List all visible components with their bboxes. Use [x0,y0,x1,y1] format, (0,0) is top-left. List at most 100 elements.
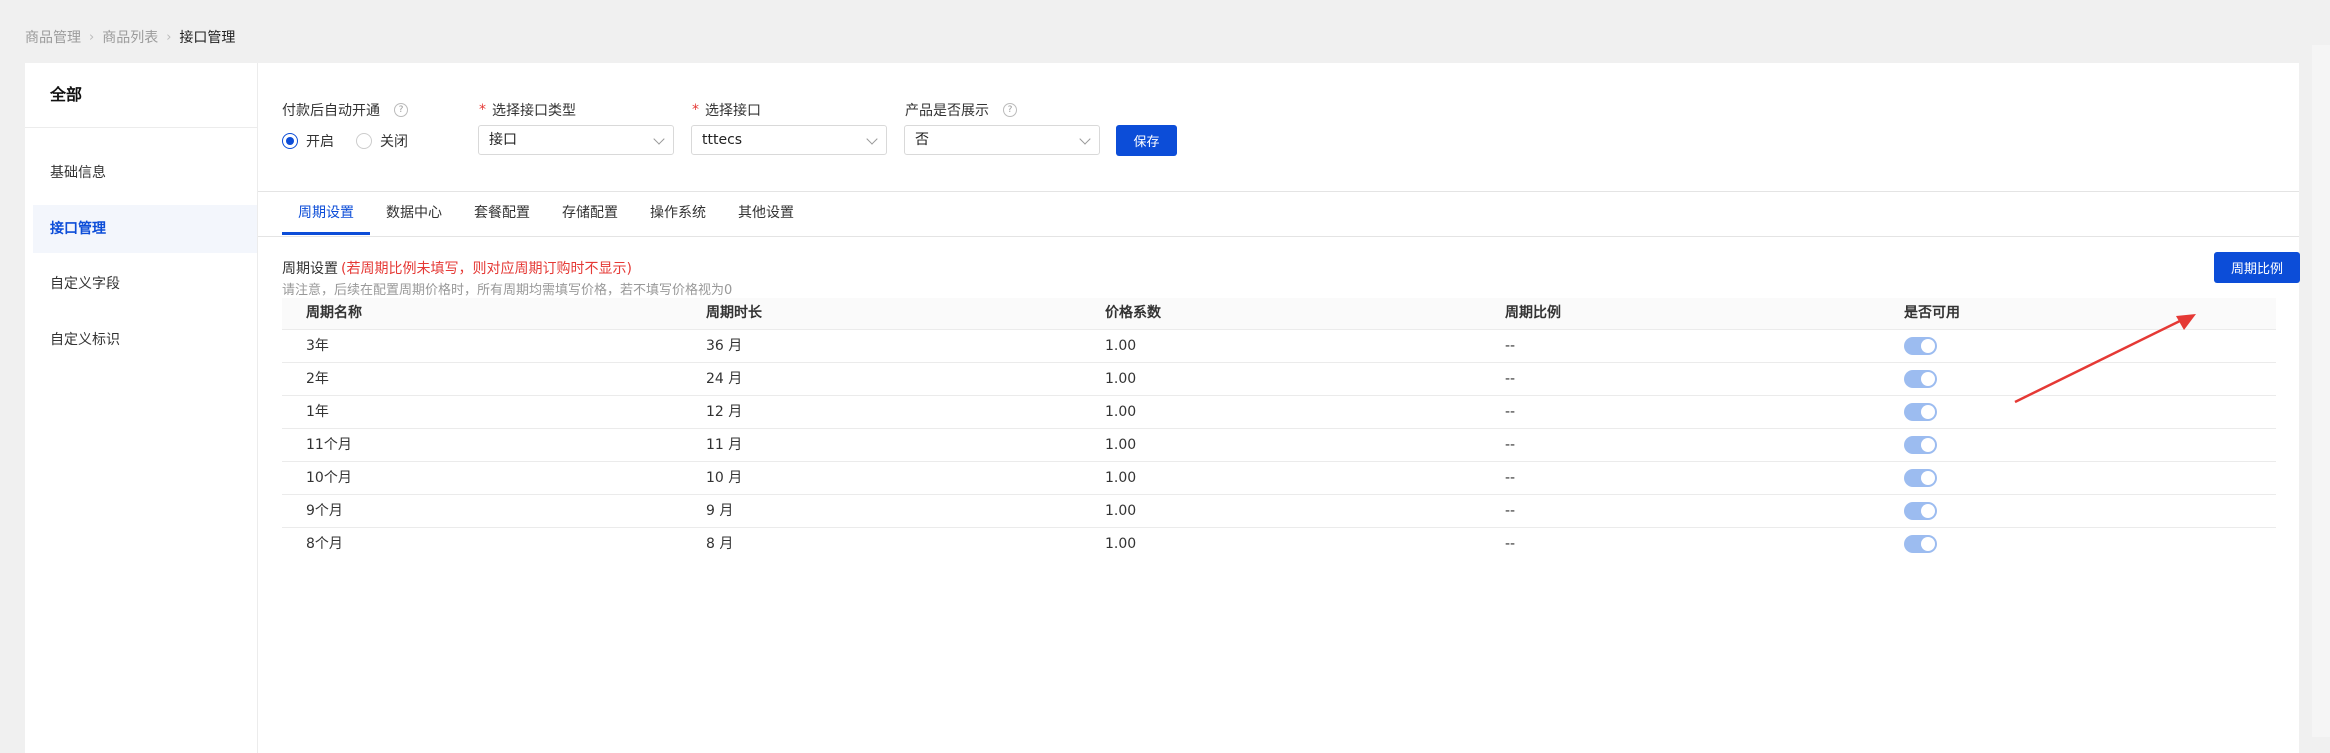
active-tab-indicator [282,232,370,235]
table-row: 3年 36 月 1.00 -- [282,329,2276,362]
column-header: 周期比例 [1505,305,1561,321]
display-select[interactable]: 否 [904,125,1100,155]
toggle-knob [1921,339,1935,353]
breadcrumb-current: 接口管理 [179,30,236,46]
interface-label: * 选择接口 [692,102,761,119]
period-name-cell: 2年 [306,371,329,387]
help-icon[interactable]: ? [394,103,408,117]
table-row: 9个月 9 月 1.00 -- [282,494,2276,527]
toggle-knob [1921,504,1935,518]
toggle-knob [1921,471,1935,485]
radio-disable[interactable]: 关闭 [356,131,408,151]
period-name-cell: 8个月 [306,536,343,552]
main-panel: 付款后自动开通 ? 开启 关闭 * 选择接口类型 接口 * 选择接口 tttec… [258,63,2300,753]
enabled-toggle[interactable] [1904,337,1937,355]
interface-type-select[interactable]: 接口 [478,125,674,155]
enabled-toggle[interactable] [1904,436,1937,454]
radio-enable[interactable]: 开启 [282,131,334,151]
sidebar-item-interface-management[interactable]: 接口管理 [33,205,257,253]
table-row: 2年 24 月 1.00 -- [282,362,2276,395]
enabled-toggle[interactable] [1904,502,1937,520]
chevron-down-icon [653,133,665,145]
price-coefficient-cell: 1.00 [1105,470,1137,486]
column-header: 价格系数 [1105,305,1161,321]
period-duration-cell: 11 月 [706,437,743,453]
enabled-toggle[interactable] [1904,403,1937,421]
save-button[interactable]: 保存 [1116,125,1177,156]
tab-period-settings[interactable]: 周期设置 [298,192,354,235]
breadcrumb: 商品管理 › 商品列表 › 接口管理 [25,27,235,47]
period-duration-cell: 36 月 [706,338,743,354]
period-name-cell: 1年 [306,404,329,420]
radio-checked-icon [282,133,298,149]
table-row: 8个月 8 月 1.00 -- [282,527,2276,560]
period-ratio-cell: -- [1505,437,1516,453]
price-coefficient-cell: 1.00 [1105,437,1137,453]
period-duration-cell: 24 月 [706,371,743,387]
tab-data-center[interactable]: 数据中心 [386,192,442,235]
auto-open-label: 付款后自动开通 ? [282,100,408,120]
display-label: 产品是否展示 ? [905,100,1017,120]
toggle-knob [1921,372,1935,386]
sidebar: 全部 基础信息 接口管理 自定义字段 自定义标识 [25,63,258,753]
price-coefficient-cell: 1.00 [1105,404,1137,420]
enabled-cell [1880,528,2276,560]
period-ratio-cell: -- [1505,404,1516,420]
breadcrumb-goods-list[interactable]: 商品列表 [102,27,158,47]
period-name-cell: 11个月 [306,437,352,453]
breadcrumb-goods-management[interactable]: 商品管理 [25,27,81,47]
toggle-knob [1921,405,1935,419]
column-header: 周期时长 [706,305,762,321]
period-name-cell: 10个月 [306,470,352,486]
tab-operating-system[interactable]: 操作系统 [650,192,706,235]
chevron-down-icon [866,133,878,145]
interface-form: 付款后自动开通 ? 开启 关闭 * 选择接口类型 接口 * 选择接口 tttec… [258,63,2299,192]
enabled-toggle[interactable] [1904,370,1937,388]
annotation-arrow [2014,314,2196,404]
tab-package-config[interactable]: 套餐配置 [474,192,530,235]
enabled-cell [1880,429,2276,461]
period-duration-cell: 9 月 [706,503,734,519]
sidebar-item-basic-info[interactable]: 基础信息 [33,149,257,197]
period-ratio-cell: -- [1505,470,1516,486]
enabled-cell [1880,495,2276,527]
table-header: 周期名称 周期时长 价格系数 周期比例 是否可用 [282,298,2276,329]
period-duration-cell: 10 月 [706,470,743,486]
period-ratio-cell: -- [1505,338,1516,354]
tab-storage-config[interactable]: 存储配置 [562,192,618,235]
price-coefficient-cell: 1.00 [1105,536,1137,552]
tab-bar: 周期设置 数据中心 套餐配置 存储配置 操作系统 其他设置 [258,192,2299,237]
period-ratio-button[interactable]: 周期比例 [2214,252,2300,283]
auto-open-radio-group: 开启 关闭 [282,131,408,151]
price-coefficient-cell: 1.00 [1105,338,1137,354]
sidebar-all-header[interactable]: 全部 [25,63,257,128]
period-section-note: 请注意，后续在配置周期价格时，所有周期均需填写价格，若不填写价格视为0 [282,283,733,298]
chevron-down-icon [1079,133,1091,145]
toggle-knob [1921,537,1935,551]
scrollbar[interactable] [2312,45,2330,737]
period-duration-cell: 8 月 [706,536,734,552]
enabled-toggle[interactable] [1904,469,1937,487]
interface-type-label: * 选择接口类型 [479,102,576,119]
sidebar-item-custom-tags[interactable]: 自定义标识 [33,316,257,364]
period-section-title: 周期设置 (若周期比例未填写，则对应周期订购时不显示) [282,261,632,277]
content-card: 全部 基础信息 接口管理 自定义字段 自定义标识 付款后自动开通 ? 开启 关闭 [25,63,2300,753]
radio-unchecked-icon [356,133,372,149]
toggle-knob [1921,438,1935,452]
breadcrumb-separator: › [166,29,172,45]
period-duration-cell: 12 月 [706,404,743,420]
period-ratio-cell: -- [1505,536,1516,552]
help-icon[interactable]: ? [1003,103,1017,117]
tab-other-settings[interactable]: 其他设置 [738,192,794,235]
enabled-cell [1880,462,2276,494]
table-row: 11个月 11 月 1.00 -- [282,428,2276,461]
price-coefficient-cell: 1.00 [1105,371,1137,387]
table-body: 3年 36 月 1.00 -- 2年 24 月 1.00 -- 1年 12 月 1.00 -- 11个月… [282,329,2276,560]
interface-select[interactable]: tttecs [691,125,887,155]
enabled-toggle[interactable] [1904,535,1937,553]
table-row: 1年 12 月 1.00 -- [282,395,2276,428]
period-name-cell: 9个月 [306,503,343,519]
breadcrumb-separator: › [89,29,95,45]
price-coefficient-cell: 1.00 [1105,503,1137,519]
sidebar-item-custom-fields[interactable]: 自定义字段 [33,260,257,308]
